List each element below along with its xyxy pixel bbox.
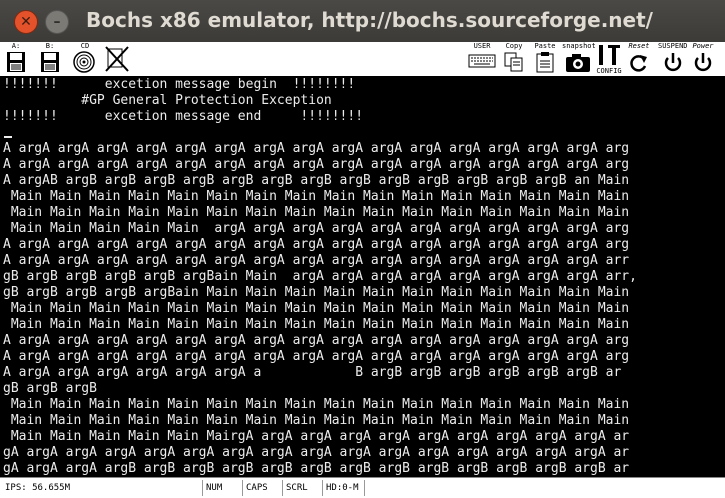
screen-line: A argA argA argA argA argA argA argA arg… [3,157,630,172]
status-empty-field [364,480,725,496]
screen-line: A argAB argB argB argB argB argB argB ar… [3,173,630,188]
paste-button[interactable]: Paste [534,42,556,76]
camera-icon [565,54,590,72]
screen-line: gB argB argB argB argB argBain Main argA… [3,269,637,284]
reset-button[interactable]: Reset [628,42,650,76]
power-button[interactable]: Power [692,42,714,76]
screen-line: gB argB argB [3,381,97,396]
paste-label: Paste [534,42,556,50]
screen-line: !!!!!!! excetion message end !!!!!!!! [3,109,364,124]
close-icon: ✕ [20,14,32,30]
floppy-disk-icon [7,52,25,72]
power-icon [694,53,712,72]
boot-device-button[interactable] [104,42,130,76]
status-bar: IPS: 56.655M NUM CAPS SCRL HD:0-M [0,477,725,498]
cdrom-label: CD [80,42,90,50]
screen-line: A argA argA argA argA argA argA argA arg… [3,333,630,348]
suspend-power-icon [664,53,681,72]
user-label: USER [473,42,491,50]
minimize-icon: – [53,14,61,30]
reset-label: Reset [628,42,650,50]
copy-icon [504,52,523,72]
screen-line: A argA argA argA argA argA argA argA arg… [3,349,630,364]
copy-label: Copy [505,42,523,50]
text-cursor [4,136,12,138]
caps-lock-indicator: CAPS [242,480,282,496]
paste-clipboard-icon [536,52,554,73]
window-minimize-button[interactable]: – [45,10,69,34]
screen-line: gA argA argA argA argA argA argA argA ar… [3,445,630,460]
screen-line: Main Main Main Main Main Main Main Main … [3,397,630,412]
emulator-screen[interactable]: !!!!!!! excetion message begin !!!!!!!! … [0,77,725,477]
screen-line: gA argA argA argB argB argB argB argB ar… [3,461,630,476]
snapshot-button[interactable]: snapshot [562,42,596,76]
reset-arrow-icon [630,55,647,72]
suspend-button[interactable]: SUSPEND [658,42,688,76]
cdrom-disc-icon [73,51,95,73]
suspend-label: SUSPEND [658,42,688,50]
floppy-disk-icon [41,52,59,72]
screen-line: A argA argA argA argA argA argA a B argB… [3,365,622,380]
snapshot-label: snapshot [562,42,596,50]
floppy-a-label: A: [11,42,21,50]
screen-line: Main Main Main Main Main Main Main Main … [3,189,630,204]
screen-line: !!!!!!! excetion message begin !!!!!!!! [3,77,356,92]
num-lock-indicator: NUM [202,480,242,496]
power-label: Power [692,42,714,50]
scroll-lock-indicator: SCRL [282,480,322,496]
screen-line: #GP General Protection Exception [3,93,332,108]
cross-disk-icon [105,46,129,72]
config-button[interactable]: CONFIG [596,42,622,76]
screen-line: A argA argA argA argA argA argA argA arg… [3,253,630,268]
bochs-toolbar: A: B: CD USER Copy Paste snapshot CONFIG… [0,42,725,77]
window-title: Bochs x86 emulator, http://bochs.sourcef… [86,8,653,32]
floppy-a-button[interactable]: A: [6,42,26,76]
screen-line: Main Main Main Main Main Main Main Main … [3,301,630,316]
screen-line: A argA argA argA argA argA argA argA arg… [3,141,630,156]
copy-button[interactable]: Copy [503,42,525,76]
floppy-b-button[interactable]: B: [40,42,60,76]
window-titlebar[interactable]: ✕ – Bochs x86 emulator, http://bochs.sou… [0,0,725,42]
config-tools-icon [599,45,620,65]
screen-line: Main Main Main Main Main MairgA argA arg… [3,429,630,444]
screen-line: Main Main Main Main Main Main Main Main … [3,205,630,220]
screen-line: A argA argA argA argA argA argA argA arg… [3,237,630,252]
screen-line: Main Main Main Main Main argA argA argA … [3,221,630,236]
user-button[interactable]: USER [468,42,496,76]
config-label: CONFIG [596,67,622,75]
screen-line: Main Main Main Main Main Main Main Main … [3,413,630,428]
screen-line: Main Main Main Main Main Main Main Main … [3,317,630,332]
keyboard-icon [468,54,496,68]
floppy-b-label: B: [45,42,55,50]
window-close-button[interactable]: ✕ [14,10,38,34]
ips-indicator: IPS: 56.655M [5,483,71,493]
cdrom-button[interactable]: CD [72,42,98,76]
hard-disk-indicator: HD:0-M [322,480,364,496]
screen-line: gB argB argB argB argBain Main Main Main… [3,285,630,300]
